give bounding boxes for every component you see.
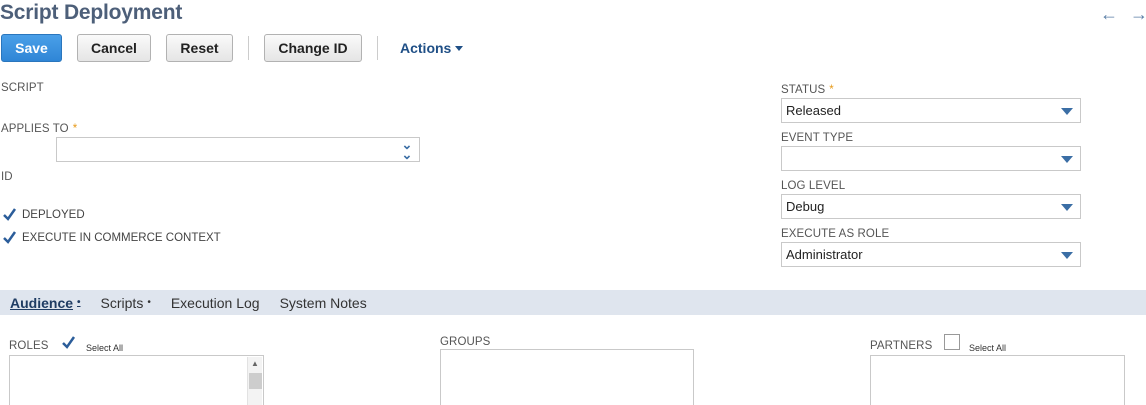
partners-label: PARTNERS bbox=[870, 340, 933, 352]
status-label: STATUS * bbox=[781, 84, 834, 96]
groups-listbox[interactable] bbox=[440, 349, 694, 405]
arrow-left-icon[interactable]: ← bbox=[1100, 4, 1118, 25]
dropdown-arrow-icon[interactable] bbox=[1061, 252, 1073, 259]
event-type-label: EVENT TYPE bbox=[781, 132, 854, 144]
change-id-button[interactable]: Change ID bbox=[264, 34, 362, 62]
execute-as-role-value: Administrator bbox=[786, 247, 863, 262]
status-value: Released bbox=[786, 103, 841, 118]
subtab-bar: Audience • Scripts • Execution Log System … bbox=[0, 290, 1146, 315]
tab-execution-log[interactable]: Execution Log bbox=[171, 295, 260, 311]
roles-select-all-checkbox[interactable] bbox=[61, 335, 76, 350]
dropdown-arrow-icon[interactable] bbox=[1061, 108, 1073, 115]
log-level-select[interactable]: Debug bbox=[781, 194, 1081, 219]
roles-label: ROLES bbox=[9, 340, 49, 352]
scroll-thumb[interactable] bbox=[248, 373, 262, 389]
execute-as-role-select[interactable]: Administrator bbox=[781, 242, 1081, 267]
dropdown-arrow-icon[interactable] bbox=[1061, 156, 1073, 163]
execute-commerce-label: EXECUTE IN COMMERCE CONTEXT bbox=[22, 231, 221, 244]
applies-to-label: APPLIES TO * bbox=[1, 123, 78, 135]
partners-select-all-label: Select All bbox=[969, 343, 1007, 353]
partners-listbox[interactable] bbox=[870, 355, 1125, 405]
tab-scripts[interactable]: Scripts • bbox=[101, 295, 151, 311]
reset-button[interactable]: Reset bbox=[166, 34, 233, 62]
id-label: ID bbox=[1, 171, 13, 183]
actions-menu[interactable]: Actions bbox=[400, 40, 464, 56]
toolbar: Save Cancel Reset Change ID Actions bbox=[1, 34, 464, 62]
actions-label: Actions bbox=[400, 40, 452, 56]
log-level-label: LOG LEVEL bbox=[781, 180, 846, 192]
deployed-checkbox[interactable]: DEPLOYED bbox=[2, 207, 85, 222]
tab-system-notes[interactable]: System Notes bbox=[280, 295, 367, 311]
page-title: Script Deployment bbox=[0, 1, 183, 24]
execute-as-role-label: EXECUTE AS ROLE bbox=[781, 228, 890, 240]
record-navigation: ← → bbox=[1100, 4, 1146, 25]
checkmark-icon bbox=[62, 336, 76, 349]
arrow-right-icon[interactable]: → bbox=[1130, 4, 1146, 25]
scroll-up-icon[interactable]: ▲ bbox=[248, 357, 262, 371]
event-type-select[interactable] bbox=[781, 146, 1081, 171]
tab-audience[interactable]: Audience • bbox=[10, 295, 81, 311]
dropdown-arrow-icon[interactable] bbox=[1061, 204, 1073, 211]
groups-label: GROUPS bbox=[440, 336, 491, 348]
applies-to-select[interactable]: ⌄ ⌄ bbox=[56, 137, 420, 162]
execute-commerce-checkbox[interactable]: EXECUTE IN COMMERCE CONTEXT bbox=[2, 230, 221, 245]
deployed-label: DEPLOYED bbox=[22, 208, 85, 221]
roles-listbox[interactable]: ▲ bbox=[9, 355, 264, 405]
status-select[interactable]: Released bbox=[781, 98, 1081, 123]
cancel-button[interactable]: Cancel bbox=[77, 34, 151, 62]
partners-select-all-checkbox[interactable] bbox=[944, 334, 960, 350]
checkmark-icon[interactable] bbox=[2, 207, 17, 222]
save-button[interactable]: Save bbox=[1, 34, 62, 62]
required-marker: * bbox=[829, 84, 834, 96]
roles-scrollbar[interactable]: ▲ bbox=[247, 357, 262, 405]
script-label: SCRIPT bbox=[1, 82, 44, 94]
required-marker: * bbox=[72, 123, 78, 135]
double-chevron-down-icon[interactable]: ⌄ ⌄ bbox=[401, 138, 413, 161]
toolbar-divider bbox=[377, 36, 378, 60]
toolbar-divider bbox=[248, 36, 249, 60]
roles-select-all-label: Select All bbox=[86, 343, 124, 353]
caret-down-icon bbox=[455, 45, 464, 51]
checkmark-icon[interactable] bbox=[2, 230, 17, 245]
log-level-value: Debug bbox=[786, 199, 825, 214]
